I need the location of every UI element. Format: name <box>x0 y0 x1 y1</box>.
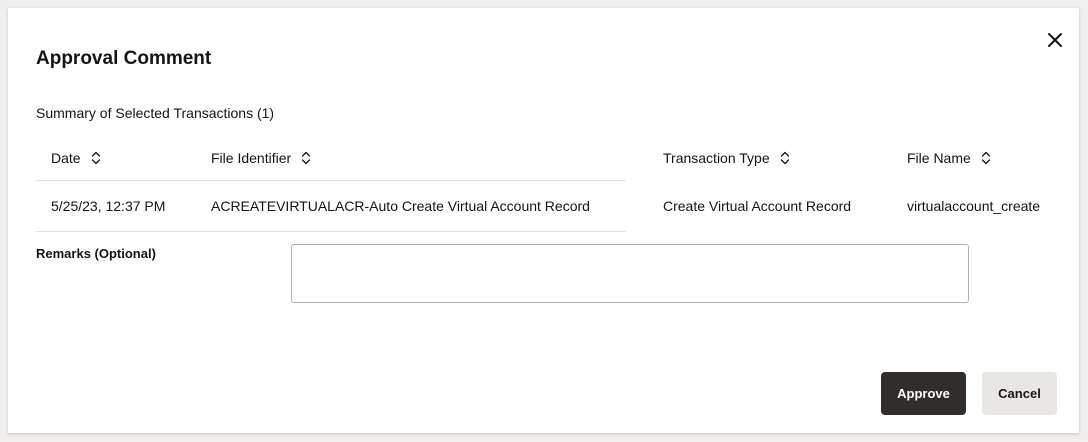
row-divider <box>36 231 626 232</box>
approval-comment-dialog: Approval Comment Summary of Selected Tra… <box>8 8 1079 433</box>
column-header-file-identifier[interactable]: File Identifier <box>211 136 651 180</box>
summary-label: Summary of Selected Transactions (1) <box>36 105 275 121</box>
cell-file-name: virtualaccount_create <box>907 198 1041 214</box>
remarks-input[interactable] <box>291 244 969 303</box>
table-header: Date File Identifier Transaction Type Fi… <box>36 136 1079 180</box>
remarks-label: Remarks (Optional) <box>36 246 156 261</box>
sort-icon[interactable] <box>91 151 101 165</box>
column-header-label: File Identifier <box>211 150 292 166</box>
column-header-label: Transaction Type <box>663 150 770 166</box>
column-header-label: File Name <box>907 150 971 166</box>
column-header-label: Date <box>51 150 81 166</box>
close-icon[interactable] <box>1043 28 1067 52</box>
sort-icon[interactable] <box>780 151 790 165</box>
approve-button[interactable]: Approve <box>881 372 966 415</box>
column-header-transaction-type[interactable]: Transaction Type <box>663 136 893 180</box>
cell-file-identifier: ACREATEVIRTUALACR-Auto Create Virtual Ac… <box>211 198 590 214</box>
sort-icon[interactable] <box>301 151 311 165</box>
transactions-table: Date File Identifier Transaction Type Fi… <box>36 136 1079 232</box>
cell-transaction-type: Create Virtual Account Record <box>663 198 852 214</box>
cancel-button[interactable]: Cancel <box>982 372 1057 415</box>
column-header-date[interactable]: Date <box>51 136 201 180</box>
sort-icon[interactable] <box>981 151 991 165</box>
column-header-file-name[interactable]: File Name <box>907 136 1072 180</box>
dialog-title: Approval Comment <box>36 48 212 69</box>
table-row[interactable]: 5/25/23, 12:37 PM ACREATEVIRTUALACR-Auto… <box>36 180 1079 232</box>
cell-date: 5/25/23, 12:37 PM <box>51 198 166 214</box>
